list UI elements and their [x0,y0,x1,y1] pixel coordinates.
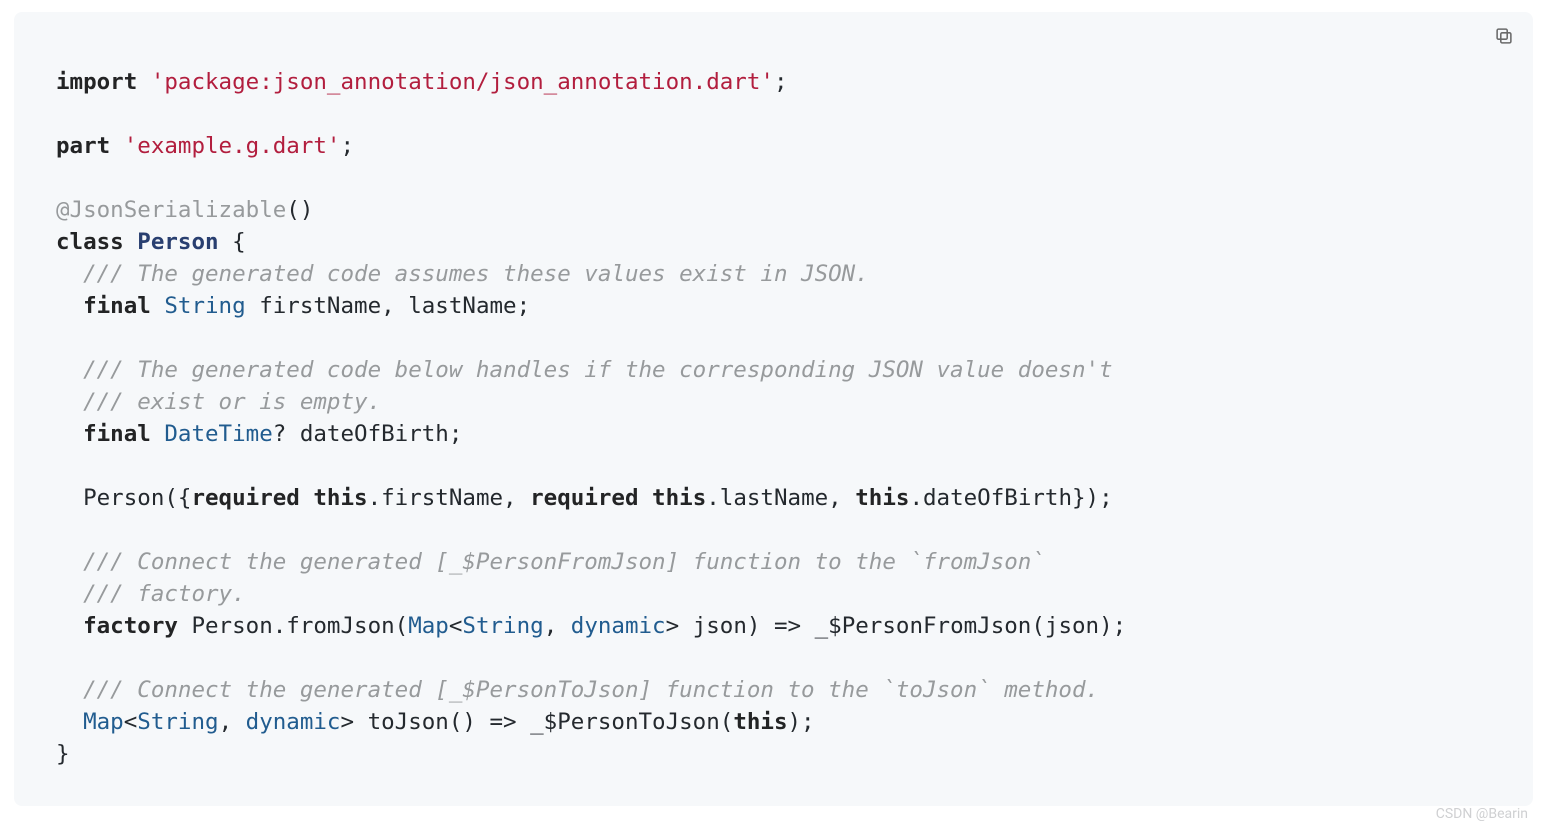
code-content: import 'package:json_annotation/json_ann… [14,12,1533,791]
copy-icon [1493,25,1515,51]
copy-button[interactable] [1490,24,1518,52]
watermark: CSDN @Bearin [1436,806,1528,822]
code-block: import 'package:json_annotation/json_ann… [14,12,1533,806]
